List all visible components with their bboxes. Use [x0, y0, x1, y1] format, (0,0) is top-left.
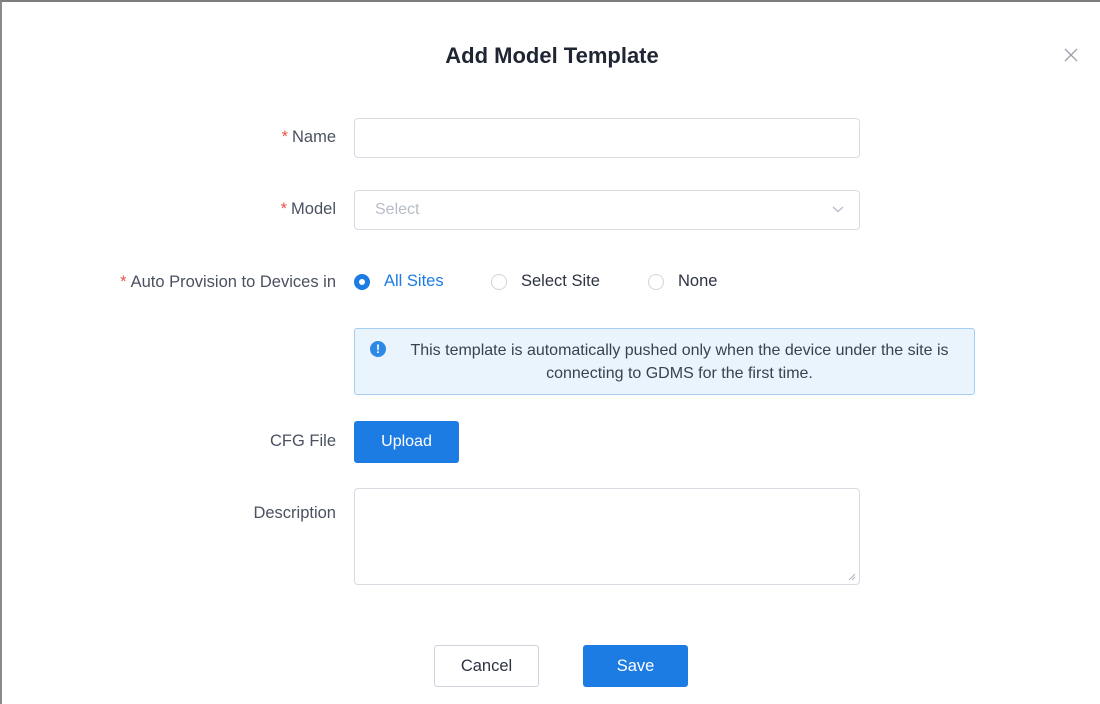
dialog-title: Add Model Template — [445, 43, 659, 68]
radio-label: Select Site — [521, 272, 600, 290]
radio-select-site[interactable]: Select Site — [491, 272, 600, 291]
name-field[interactable] — [354, 118, 860, 158]
radio-unchecked-icon — [491, 273, 507, 290]
radio-label: None — [678, 272, 718, 290]
model-select-placeholder: Select — [375, 201, 420, 218]
auto-provision-label: * Auto Provision to Devices in — [120, 273, 336, 291]
chevron-down-icon — [832, 206, 844, 213]
required-mark: * — [281, 128, 288, 146]
name-input[interactable] — [355, 119, 859, 157]
cfg-file-label: CFG File — [270, 432, 336, 450]
upload-button[interactable]: Upload — [354, 421, 459, 463]
resize-handle-icon[interactable] — [848, 573, 856, 581]
info-icon: ! — [370, 341, 386, 357]
description-textarea[interactable] — [354, 488, 860, 585]
required-mark: * — [120, 273, 127, 291]
cancel-button[interactable]: Cancel — [434, 645, 539, 687]
name-label: * Name — [281, 128, 336, 146]
notice-text: This template is automatically pushed on… — [410, 342, 949, 382]
radio-unchecked-icon — [648, 273, 664, 290]
radio-none[interactable]: None — [648, 272, 717, 291]
radio-checked-icon — [354, 273, 370, 290]
model-label: * Model — [280, 200, 336, 218]
radio-label: All Sites — [384, 272, 444, 290]
radio-all-sites[interactable]: All Sites — [354, 272, 444, 291]
required-mark: * — [280, 200, 288, 218]
add-model-template-dialog: Add Model Template * Name * Model Select *… — [0, 0, 1100, 704]
description-label: Description — [253, 504, 336, 522]
model-select[interactable]: Select — [354, 190, 860, 230]
info-notice: ! This template is automatically pushed … — [354, 328, 975, 395]
save-button[interactable]: Save — [583, 645, 688, 687]
close-icon[interactable] — [1060, 44, 1082, 66]
